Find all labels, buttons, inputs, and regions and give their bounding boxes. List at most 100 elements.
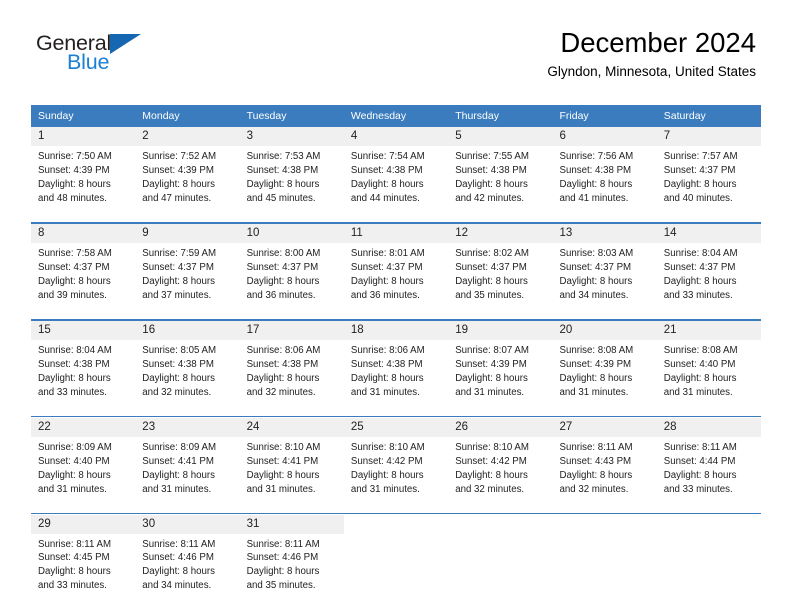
day-detail-cell: Sunrise: 8:06 AM Sunset: 4:38 PM Daylight:…	[239, 339, 344, 409]
sunrise-time: Sunrise: 8:01 AM	[350, 247, 425, 259]
day-number-cell[interactable]: 21	[656, 320, 762, 340]
day-number-cell[interactable]: 13	[552, 223, 657, 243]
day-number-cell[interactable]: 18	[343, 320, 449, 340]
daylight-duration-line2: and 31 minutes.	[38, 483, 107, 495]
daylight-duration-line1: Daylight: 8 hours	[142, 372, 215, 384]
daylight-duration-line2: and 36 minutes.	[350, 289, 420, 301]
sunrise-time: Sunrise: 7:53 AM	[246, 151, 321, 162]
day-number-cell[interactable]: 2	[135, 127, 240, 146]
day-detail-cell: Sunrise: 8:05 AM Sunset: 4:38 PM Daylight:…	[135, 339, 240, 409]
daylight-duration-line1: Daylight: 8 hours	[38, 372, 111, 384]
sunrise-time: Sunrise: 8:04 AM	[38, 344, 112, 356]
day-number-cell[interactable]: 22	[31, 417, 136, 437]
day-number-cell[interactable]: 15	[31, 320, 136, 340]
day-number-cell[interactable]: 29	[31, 514, 136, 534]
weekday-header-tuesday: Tuesday	[239, 105, 344, 127]
day-detail-cell: Sunrise: 7:56 AM Sunset: 4:38 PM Daylight:…	[552, 146, 657, 215]
daylight-duration-line2: and 33 minutes.	[38, 580, 107, 592]
day-number-cell[interactable]: 30	[135, 514, 240, 534]
day-number-cell[interactable]: 3	[239, 127, 344, 146]
day-detail-row: Sunrise: 8:11 AM Sunset: 4:45 PM Daylight:…	[31, 533, 762, 603]
daylight-duration-line2: and 48 minutes.	[38, 192, 107, 204]
day-detail-cell: Sunrise: 8:11 AM Sunset: 4:44 PM Daylight:…	[656, 436, 762, 506]
day-number-cell[interactable]: 14	[656, 223, 762, 243]
day-number-cell[interactable]: 16	[135, 320, 240, 340]
sunset-time: Sunset: 4:38 PM	[350, 358, 423, 370]
daylight-duration-line2: and 31 minutes.	[559, 386, 629, 398]
weekday-header-saturday: Saturday	[656, 105, 762, 127]
day-number-cell[interactable]: 9	[135, 223, 240, 243]
day-detail-row: Sunrise: 8:09 AM Sunset: 4:40 PM Daylight:…	[31, 436, 762, 506]
day-number-cell[interactable]: 25	[343, 417, 449, 437]
day-number-cell[interactable]: 24	[239, 417, 344, 437]
daylight-duration-line2: and 44 minutes.	[350, 192, 420, 204]
day-detail-empty	[552, 533, 657, 603]
daylight-duration-line1: Daylight: 8 hours	[246, 275, 320, 287]
sunset-time: Sunset: 4:40 PM	[38, 455, 110, 467]
sunset-time: Sunset: 4:38 PM	[246, 358, 319, 370]
daylight-duration-line2: and 34 minutes.	[559, 289, 629, 301]
day-detail-cell: Sunrise: 8:11 AM Sunset: 4:46 PM Daylight:…	[135, 533, 240, 603]
weekday-header-row: Sunday Monday Tuesday Wednesday Thursday…	[31, 105, 762, 127]
sunset-time: Sunset: 4:38 PM	[142, 358, 214, 370]
day-number-empty	[656, 514, 762, 534]
general-blue-logo[interactable]: General Blue	[36, 32, 216, 85]
day-detail-cell: Sunrise: 8:10 AM Sunset: 4:41 PM Daylight:…	[239, 436, 344, 506]
daylight-duration-line1: Daylight: 8 hours	[246, 178, 320, 190]
sunrise-time: Sunrise: 7:54 AM	[350, 151, 425, 162]
sunset-time: Sunset: 4:41 PM	[246, 455, 319, 467]
day-number-cell[interactable]: 28	[656, 417, 762, 437]
daylight-duration-line1: Daylight: 8 hours	[455, 372, 528, 384]
daylight-duration-line2: and 32 minutes.	[455, 483, 525, 495]
daylight-duration-line2: and 31 minutes.	[246, 483, 316, 495]
day-number-cell[interactable]: 5	[448, 127, 553, 146]
day-detail-row: Sunrise: 8:04 AM Sunset: 4:38 PM Daylight:…	[31, 339, 762, 409]
sunrise-time: Sunrise: 8:10 AM	[246, 441, 321, 453]
sunrise-time: Sunrise: 8:05 AM	[142, 344, 217, 356]
day-number-cell[interactable]: 11	[343, 223, 449, 243]
day-detail-cell: Sunrise: 7:53 AM Sunset: 4:38 PM Daylight:…	[239, 146, 344, 215]
day-detail-cell: Sunrise: 8:01 AM Sunset: 4:37 PM Daylight:…	[343, 242, 449, 312]
day-detail-cell: Sunrise: 8:06 AM Sunset: 4:38 PM Daylight:…	[343, 339, 449, 409]
day-number-cell[interactable]: 12	[448, 223, 553, 243]
day-number-cell[interactable]: 26	[448, 417, 553, 437]
daylight-duration-line2: and 31 minutes.	[455, 386, 525, 398]
day-number-cell[interactable]: 7	[656, 127, 762, 146]
day-number-cell[interactable]: 19	[448, 320, 553, 340]
day-detail-cell: Sunrise: 8:08 AM Sunset: 4:39 PM Daylight:…	[552, 339, 657, 409]
day-detail-cell: Sunrise: 8:09 AM Sunset: 4:40 PM Daylight:…	[31, 436, 136, 506]
daylight-duration-line1: Daylight: 8 hours	[142, 178, 215, 190]
sunset-time: Sunset: 4:37 PM	[455, 261, 527, 273]
day-detail-cell: Sunrise: 8:11 AM Sunset: 4:43 PM Daylight:…	[552, 436, 657, 506]
sunset-time: Sunset: 4:38 PM	[350, 164, 423, 176]
day-number-cell[interactable]: 10	[239, 223, 344, 243]
sunrise-time: Sunrise: 8:11 AM	[663, 441, 737, 453]
day-number-cell[interactable]: 4	[343, 127, 449, 146]
day-number-cell[interactable]: 17	[239, 320, 344, 340]
daylight-duration-line2: and 35 minutes.	[246, 580, 316, 592]
sunrise-time: Sunrise: 8:09 AM	[142, 441, 217, 453]
day-number-cell[interactable]: 27	[552, 417, 657, 437]
day-number-cell[interactable]: 6	[552, 127, 657, 146]
sunrise-time: Sunrise: 7:55 AM	[455, 151, 529, 162]
sunset-time: Sunset: 4:38 PM	[246, 164, 319, 176]
sunrise-time: Sunrise: 7:52 AM	[142, 151, 217, 162]
daylight-duration-line2: and 45 minutes.	[246, 192, 316, 204]
day-number-cell[interactable]: 20	[552, 320, 657, 340]
sunrise-time: Sunrise: 8:09 AM	[38, 441, 112, 453]
sunset-time: Sunset: 4:39 PM	[559, 358, 632, 370]
sunrise-time: Sunrise: 8:11 AM	[559, 441, 633, 453]
week-separator	[31, 505, 762, 515]
day-number-cell[interactable]: 23	[135, 417, 240, 437]
sunrise-time: Sunrise: 8:11 AM	[246, 538, 320, 550]
sunset-time: Sunset: 4:37 PM	[38, 261, 110, 273]
day-number-cell[interactable]: 31	[239, 514, 344, 534]
blue-triangle-icon	[110, 33, 142, 54]
day-number-cell[interactable]: 8	[31, 223, 136, 243]
day-number-cell[interactable]: 1	[31, 127, 136, 146]
day-detail-cell: Sunrise: 8:04 AM Sunset: 4:37 PM Daylight:…	[656, 242, 762, 312]
daylight-duration-line1: Daylight: 8 hours	[350, 275, 424, 287]
sunset-time: Sunset: 4:37 PM	[663, 164, 736, 176]
weekday-header-friday: Friday	[552, 105, 657, 127]
week-separator	[31, 214, 762, 224]
